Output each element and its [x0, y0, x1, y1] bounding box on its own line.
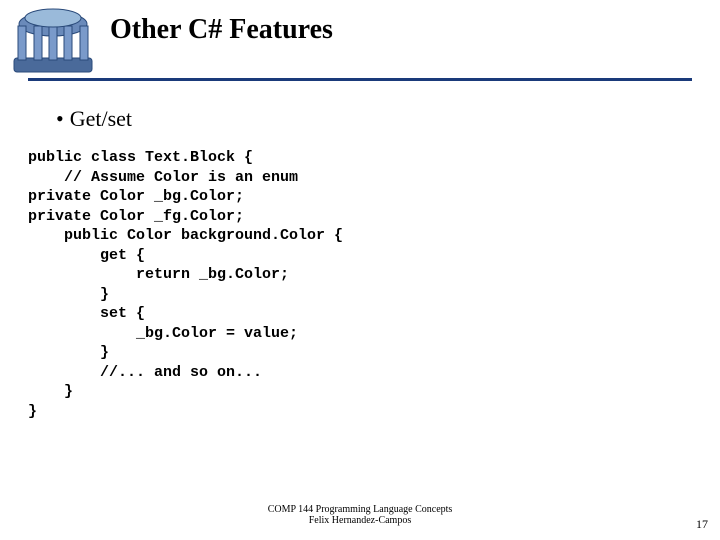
footer-author: Felix Hernandez-Campos	[0, 515, 720, 526]
slide-logo	[8, 0, 98, 83]
slide-title: Other C# Features	[110, 14, 333, 46]
bullet-dot: •	[56, 106, 64, 131]
footer: COMP 144 Programming Language Concepts F…	[0, 504, 720, 526]
title-underline	[28, 78, 692, 81]
bullet-item: •Get/set	[56, 106, 132, 132]
footer-course: COMP 144 Programming Language Concepts	[0, 504, 720, 515]
page-number: 17	[696, 517, 708, 532]
code-block: public class Text.Block { // Assume Colo…	[28, 148, 343, 421]
bullet-text: Get/set	[70, 106, 132, 131]
